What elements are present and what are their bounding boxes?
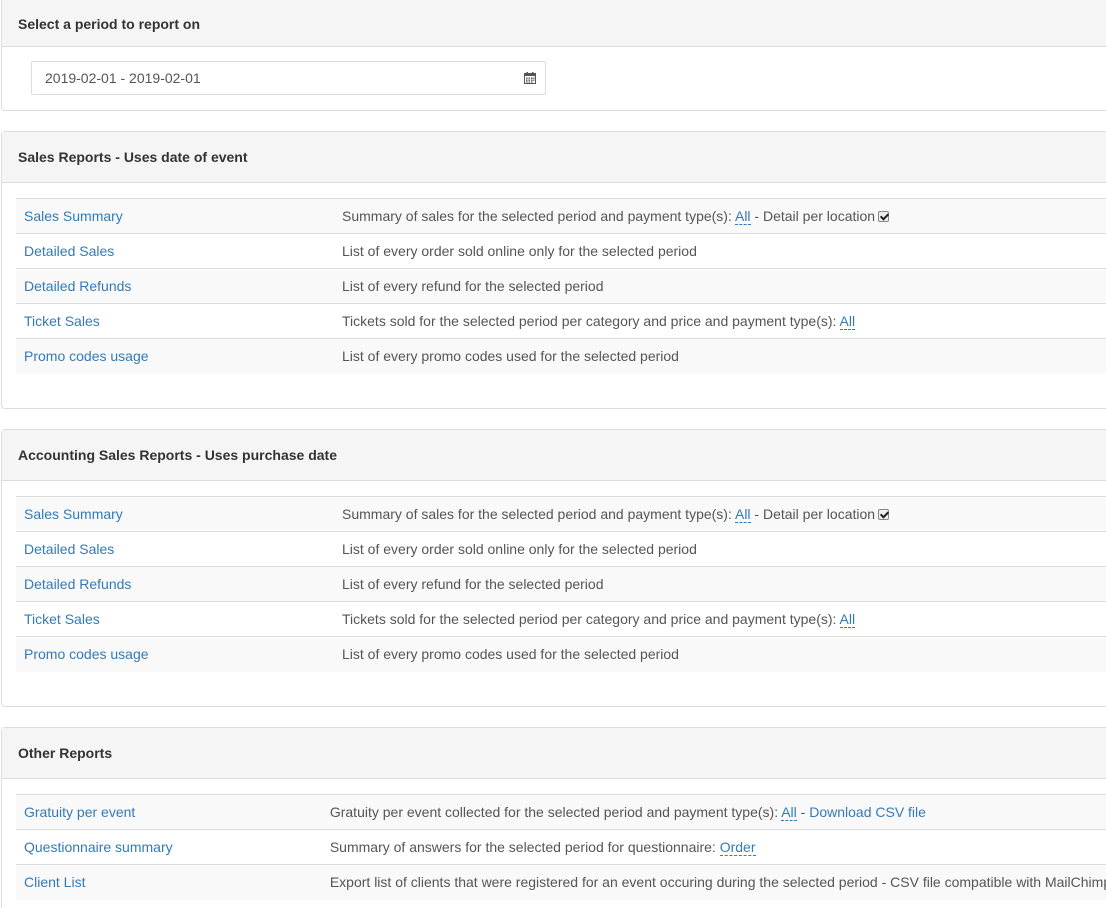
report-description: Summary of answers for the selected peri… bbox=[329, 839, 720, 855]
report-description-cell: Gratuity per event collected for the sel… bbox=[329, 794, 1106, 830]
report-description-cell: List of every promo codes used for the s… bbox=[342, 636, 1106, 672]
report-row: Sales Summary Summary of sales for the se… bbox=[16, 496, 1106, 532]
report-name-cell: Detailed Refunds bbox=[16, 566, 342, 602]
report-link[interactable]: Ticket Sales bbox=[24, 313, 100, 329]
calendar-icon[interactable] bbox=[524, 72, 536, 84]
download-csv-link[interactable]: Download CSV file bbox=[809, 804, 926, 820]
other-panel-heading: Other Reports bbox=[2, 728, 1106, 779]
report-name-cell: Sales Summary bbox=[16, 496, 342, 532]
report-row: Client List Export list of clients that w… bbox=[16, 864, 1106, 900]
report-row: Detailed Refunds List of every refund for… bbox=[16, 566, 1106, 602]
report-name-cell: Detailed Sales bbox=[16, 531, 342, 567]
report-name-cell: Ticket Sales bbox=[16, 303, 342, 339]
filter-selector[interactable]: Order bbox=[719, 839, 756, 856]
report-description-cell: Tickets sold for the selected period per… bbox=[342, 303, 1106, 339]
report-row: Promo codes usage List of every promo cod… bbox=[16, 636, 1106, 672]
other-reports-table: Gratuity per event Gratuity per event col… bbox=[16, 794, 1106, 900]
detail-per-location-label: - Detail per location bbox=[750, 506, 876, 522]
report-name-cell: Questionnaire summary bbox=[16, 829, 330, 865]
other-heading-text: Other Reports bbox=[18, 745, 113, 761]
report-row: Detailed Sales List of every order sold o… bbox=[16, 233, 1106, 269]
report-row: Questionnaire summary Summary of answers … bbox=[16, 829, 1106, 865]
report-description: List of every order sold online only for… bbox=[342, 243, 697, 259]
report-row: Ticket Sales Tickets sold for the selecte… bbox=[16, 601, 1106, 637]
period-panel-heading: Select a period to report on bbox=[2, 0, 1106, 47]
sales-reports-table: Sales Summary Summary of sales for the se… bbox=[16, 198, 1106, 374]
report-description-cell: Export list of clients that were registe… bbox=[329, 864, 1106, 900]
report-description-cell: List of every promo codes used for the s… bbox=[342, 338, 1106, 374]
report-name-cell: Gratuity per event bbox=[16, 794, 330, 830]
report-description-cell: Summary of answers for the selected peri… bbox=[329, 829, 1106, 865]
report-name-cell: Ticket Sales bbox=[16, 601, 342, 637]
accounting-panel-heading: Accounting Sales Reports - Uses purchase… bbox=[2, 430, 1106, 481]
report-link[interactable]: Sales Summary bbox=[24, 506, 123, 522]
sales-panel-heading: Sales Reports - Uses date of event bbox=[2, 132, 1106, 183]
report-description: List of every refund for the selected pe… bbox=[342, 278, 604, 294]
date-range-input[interactable]: 2019-02-01 - 2019-02-01 bbox=[31, 61, 546, 95]
report-name-cell: Promo codes usage bbox=[16, 636, 342, 672]
filter-selector[interactable]: All bbox=[839, 611, 856, 628]
report-description: List of every order sold online only for… bbox=[342, 541, 697, 557]
report-row: Promo codes usage List of every promo cod… bbox=[16, 338, 1106, 374]
report-link[interactable]: Detailed Sales bbox=[24, 243, 114, 259]
report-description: Tickets sold for the selected period per… bbox=[342, 611, 840, 627]
report-description-cell: List of every order sold online only for… bbox=[342, 233, 1106, 269]
report-row: Gratuity per event Gratuity per event col… bbox=[16, 794, 1106, 830]
report-link[interactable]: Detailed Refunds bbox=[24, 576, 131, 592]
report-description: Gratuity per event collected for the sel… bbox=[329, 804, 782, 820]
report-row: Detailed Sales List of every order sold o… bbox=[16, 531, 1106, 567]
report-description-cell: List of every order sold online only for… bbox=[342, 531, 1106, 567]
detail-per-location-label: - Detail per location bbox=[750, 208, 876, 224]
report-description-cell: Summary of sales for the selected period… bbox=[342, 198, 1106, 234]
report-description: List of every promo codes used for the s… bbox=[342, 348, 679, 365]
period-heading-text: Select a period to report on bbox=[18, 15, 201, 32]
report-description: List of every refund for the selected pe… bbox=[342, 576, 604, 592]
accounting-reports-table: Sales Summary Summary of sales for the se… bbox=[16, 496, 1106, 672]
report-link[interactable]: Detailed Sales bbox=[24, 541, 114, 557]
report-name-cell: Sales Summary bbox=[16, 198, 342, 234]
separator: - bbox=[796, 804, 810, 820]
detail-per-location-checkbox[interactable] bbox=[878, 211, 890, 222]
report-name-cell: Promo codes usage bbox=[16, 338, 342, 374]
filter-selector[interactable]: All bbox=[781, 804, 797, 821]
report-link[interactable]: Detailed Refunds bbox=[24, 278, 131, 294]
report-link[interactable]: Client List bbox=[24, 874, 85, 890]
report-row: Detailed Refunds List of every refund for… bbox=[16, 268, 1106, 304]
report-name-cell: Client List bbox=[16, 864, 330, 900]
report-link[interactable]: Promo codes usage bbox=[24, 348, 149, 364]
report-description: Tickets sold for the selected period per… bbox=[342, 313, 840, 329]
report-link[interactable]: Ticket Sales bbox=[24, 611, 100, 627]
accounting-heading-text: Accounting Sales Reports - Uses purchase… bbox=[18, 447, 337, 463]
report-name-cell: Detailed Sales bbox=[16, 233, 342, 269]
report-description: Summary of sales for the selected period… bbox=[342, 506, 735, 522]
report-row: Sales Summary Summary of sales for the se… bbox=[16, 198, 1106, 234]
report-description-cell: Tickets sold for the selected period per… bbox=[342, 601, 1106, 637]
report-description-cell: Summary of sales for the selected period… bbox=[342, 496, 1106, 532]
report-description-cell: List of every refund for the selected pe… bbox=[342, 566, 1106, 602]
report-description-cell: List of every refund for the selected pe… bbox=[342, 268, 1106, 304]
filter-selector[interactable]: All bbox=[734, 506, 751, 523]
report-row: Ticket Sales Tickets sold for the selecte… bbox=[16, 303, 1106, 339]
report-link[interactable]: Questionnaire summary bbox=[24, 839, 173, 855]
detail-per-location-checkbox[interactable] bbox=[878, 509, 890, 520]
report-link[interactable]: Sales Summary bbox=[24, 208, 123, 224]
report-description: Export list of clients that were registe… bbox=[329, 874, 1106, 891]
date-range-value: 2019-02-01 - 2019-02-01 bbox=[45, 70, 201, 86]
report-description: List of every promo codes used for the s… bbox=[342, 646, 679, 663]
report-description: Summary of sales for the selected period… bbox=[342, 208, 735, 224]
report-link[interactable]: Gratuity per event bbox=[24, 804, 135, 820]
filter-selector[interactable]: All bbox=[839, 313, 856, 330]
filter-selector[interactable]: All bbox=[734, 208, 751, 225]
sales-heading-text: Sales Reports - Uses date of event bbox=[18, 149, 248, 165]
report-link[interactable]: Promo codes usage bbox=[24, 646, 149, 662]
report-name-cell: Detailed Refunds bbox=[16, 268, 342, 304]
